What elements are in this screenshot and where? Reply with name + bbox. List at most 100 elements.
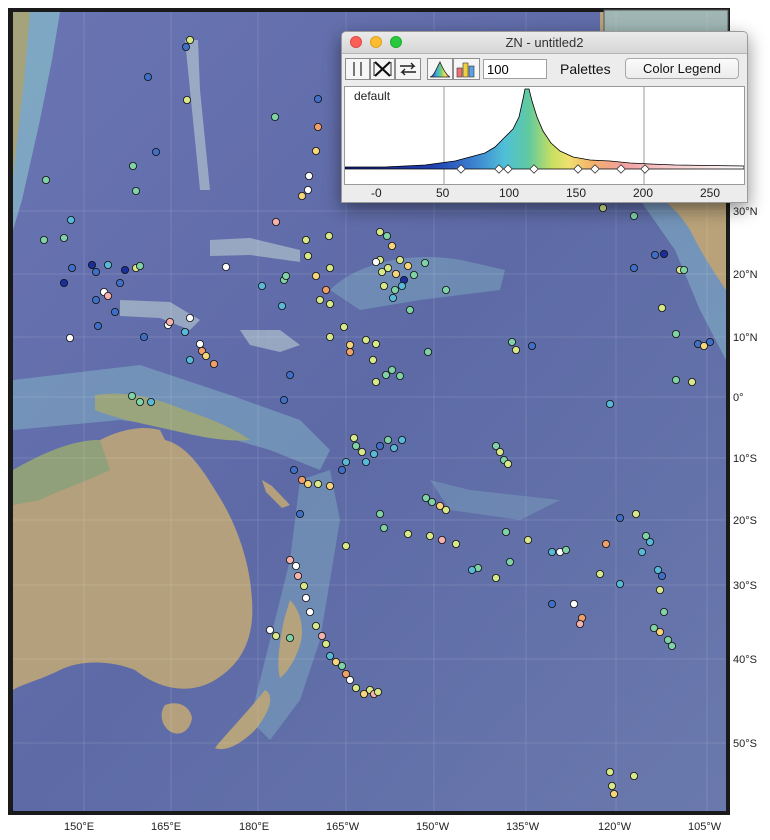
sample-point — [660, 249, 669, 258]
sample-point — [570, 600, 579, 609]
sample-point — [315, 295, 324, 304]
axis-tick: 250 — [700, 186, 721, 200]
sample-point — [325, 481, 334, 490]
color-legend-window[interactable]: ZN - untitled2 Palettes Color Legend — [341, 31, 748, 203]
lat-label: 10°N — [733, 332, 758, 344]
sample-point — [257, 281, 266, 290]
palettes-menu[interactable]: Palettes — [560, 61, 611, 77]
sample-point — [303, 479, 312, 488]
sample-point — [341, 457, 350, 466]
sample-point — [325, 263, 334, 272]
sample-point — [135, 397, 144, 406]
sample-point — [680, 265, 689, 274]
sample-point — [337, 662, 346, 671]
sample-point — [185, 355, 194, 364]
sample-point — [321, 285, 330, 294]
sample-point — [651, 250, 660, 259]
sample-point — [395, 255, 404, 264]
sample-point — [195, 339, 204, 348]
swap-button[interactable] — [395, 58, 421, 80]
sample-point — [375, 509, 384, 518]
sample-point — [375, 227, 384, 236]
sample-point — [638, 548, 647, 557]
axis-tick: 150 — [566, 186, 587, 200]
value-input[interactable] — [483, 59, 547, 79]
sample-point — [441, 505, 450, 514]
sample-point — [293, 572, 302, 581]
sample-point — [420, 258, 429, 267]
sample-point — [277, 301, 286, 310]
window-titlebar[interactable]: ZN - untitled2 — [342, 32, 747, 54]
sample-point — [495, 447, 504, 456]
histogram-mode-button[interactable] — [427, 58, 453, 80]
histogram-axis: -0 50 100 150 200 250 — [344, 185, 745, 202]
lat-label: 30°N — [733, 206, 758, 218]
sample-point — [403, 261, 412, 270]
color-legend-button[interactable]: Color Legend — [625, 58, 739, 79]
sample-point — [668, 642, 677, 651]
sample-point — [337, 465, 346, 474]
sample-point — [345, 676, 354, 685]
sample-point — [66, 333, 75, 342]
sample-point — [92, 295, 101, 304]
sample-point — [146, 397, 155, 406]
sample-point — [403, 530, 412, 539]
sample-point — [377, 267, 386, 276]
sample-point — [390, 285, 399, 294]
sample-point — [351, 441, 360, 450]
sample-point — [301, 594, 310, 603]
sample-point — [512, 345, 521, 354]
sample-point — [289, 465, 298, 474]
sample-point — [658, 572, 667, 581]
sample-point — [135, 261, 144, 270]
sample-point — [265, 626, 274, 635]
sample-point — [373, 688, 382, 697]
histogram-panel[interactable]: default — [344, 86, 745, 185]
sample-point — [576, 620, 585, 629]
sample-point — [596, 570, 605, 579]
sample-point — [371, 257, 380, 266]
sample-point — [349, 433, 358, 442]
sample-point — [60, 233, 69, 242]
sample-point — [279, 395, 288, 404]
sample-point — [548, 548, 557, 557]
sample-point — [341, 542, 350, 551]
sample-point — [672, 375, 681, 384]
sample-point — [562, 546, 571, 555]
sample-point — [524, 536, 533, 545]
sample-point — [295, 509, 304, 518]
sample-point — [181, 43, 190, 52]
sample-point — [616, 580, 625, 589]
lat-label: 40°S — [733, 654, 757, 666]
sample-point — [700, 341, 709, 350]
sample-point — [60, 278, 69, 287]
sample-point — [357, 447, 366, 456]
sample-point — [491, 574, 500, 583]
sample-point — [165, 317, 174, 326]
sample-point — [672, 329, 681, 338]
sample-point — [382, 231, 391, 240]
lat-label: 50°S — [733, 738, 757, 750]
sample-point — [389, 443, 398, 452]
axis-tick: 100 — [499, 186, 520, 200]
sample-point — [185, 36, 194, 45]
legend-toolbar: Palettes Color Legend — [342, 54, 747, 83]
bar-chart-icon — [456, 62, 475, 78]
reset-range-button[interactable] — [370, 58, 395, 80]
sample-point — [185, 313, 194, 322]
range-lines-icon — [353, 62, 362, 76]
bar-mode-button[interactable] — [453, 58, 480, 80]
sample-point — [271, 632, 280, 641]
sample-point — [361, 457, 370, 466]
sample-point — [688, 377, 697, 386]
sample-point — [285, 634, 294, 643]
x-cross-icon — [373, 61, 392, 77]
palette-name: default — [354, 89, 391, 103]
sample-point — [387, 365, 396, 374]
sample-point — [371, 377, 380, 386]
range-lines-button[interactable] — [345, 58, 370, 80]
sample-point — [606, 399, 615, 408]
sample-point — [409, 270, 418, 279]
sample-point — [180, 327, 189, 336]
sample-point — [656, 628, 665, 637]
